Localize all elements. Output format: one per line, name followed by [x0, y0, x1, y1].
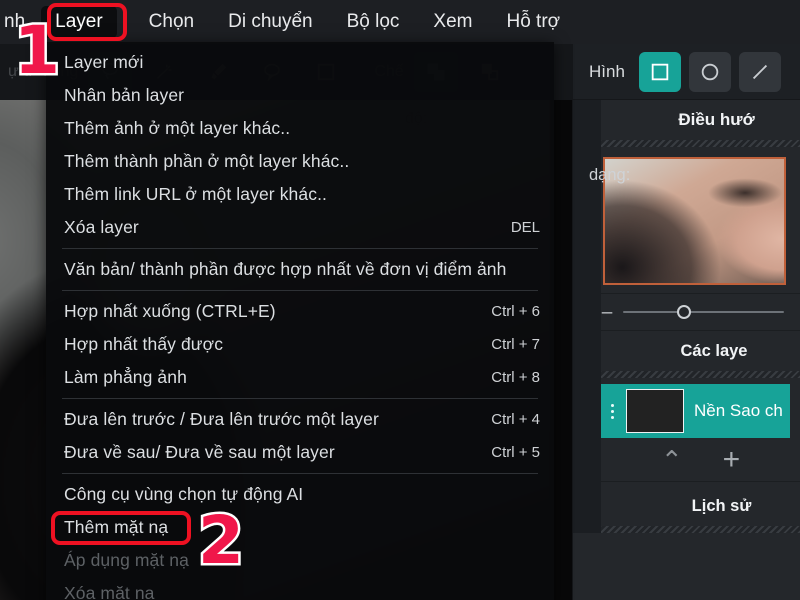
- plus-icon[interactable]: +: [723, 444, 741, 475]
- layer-name-label: Nền Sao ch: [694, 401, 782, 420]
- menubar-item-di-chuy-n[interactable]: Di chuyển: [226, 7, 315, 37]
- history-grip[interactable]: [601, 526, 800, 533]
- layer-actions-bar[interactable]: ⌃ +: [601, 438, 800, 482]
- shape-circle-button[interactable]: [688, 51, 731, 92]
- menu-item-label: Thêm link URL ở một layer khác..: [64, 184, 327, 204]
- app-window: ự đ Công Chế: [0, 0, 800, 600]
- menu-item-xoa-layer[interactable]: Xóa layer DEL: [46, 211, 554, 244]
- circle-shape-icon: [701, 63, 719, 80]
- menu-item-them-anh-o-mot-layer-khac[interactable]: Thêm ảnh ở một layer khác..: [46, 112, 554, 145]
- zoom-out-button[interactable]: –: [601, 303, 613, 322]
- menu-item-lam-phang-anh[interactable]: Làm phẳng ảnh Ctrl + 8: [46, 361, 554, 394]
- menu-item-label: Thêm mặt nạ: [64, 517, 169, 537]
- menu-item-them-mat-na[interactable]: Thêm mặt nạ: [46, 511, 554, 544]
- shape-square-button[interactable]: [638, 51, 681, 92]
- menu-item-label: Thêm ảnh ở một layer khác..: [64, 118, 291, 138]
- menubar-item-xem[interactable]: Xem: [431, 7, 474, 37]
- menu-separator: [62, 473, 538, 474]
- menu-item-layer-moi[interactable]: Layer mới: [46, 46, 554, 79]
- menu-item-hop-nhat-xuong-ctrl-e[interactable]: Hợp nhất xuống (CTRL+E) Ctrl + 6: [46, 295, 554, 328]
- menu-item-hop-nhat-thay-duoc[interactable]: Hợp nhất thấy được Ctrl + 7: [46, 328, 554, 361]
- shape-toolbar[interactable]: Hình: [573, 44, 800, 100]
- menu-item-nhan-ban-layer[interactable]: Nhân bản layer: [46, 79, 554, 112]
- menu-item-shortcut: Ctrl + 8: [491, 369, 540, 386]
- menubar-item-h-tr[interactable]: Hỗ trợ: [504, 7, 562, 37]
- menu-item-dua-len-truoc-dua-len-truoc-mot-[interactable]: Đưa lên trước / Đưa lên trước một layer C…: [46, 403, 554, 436]
- menu-item-label: Văn bản/ thành phần được hợp nhất về đơn…: [64, 259, 507, 279]
- menubar-item-nh[interactable]: nh: [2, 7, 27, 37]
- menu-separator: [62, 248, 538, 249]
- menu-item-label: Nhân bản layer: [64, 85, 185, 105]
- menu-item-shortcut: DEL: [510, 219, 540, 236]
- zoom-slider-row[interactable]: –: [573, 293, 800, 331]
- menu-item-them-thanh-phan-o-mot-layer-khac[interactable]: Thêm thành phần ở một layer khác..: [46, 145, 554, 178]
- navigator-grip[interactable]: [601, 140, 800, 147]
- menu-item-cong-cu-vung-chon-tu-dong-ai[interactable]: Công cụ vùng chọn tự động AI: [46, 478, 554, 511]
- menu-separator: [62, 398, 538, 399]
- line-shape-icon: [752, 64, 767, 79]
- menu-item-label: Công cụ vùng chọn tự động AI: [64, 484, 304, 504]
- layer-list-item[interactable]: Nền Sao ch: [601, 384, 790, 438]
- menu-item-label: Hợp nhất xuống (CTRL+E): [64, 301, 276, 321]
- menu-item-them-link-url-o-mot-layer-khac[interactable]: Thêm link URL ở một layer khác..: [46, 178, 554, 211]
- menu-item-label: Layer mới: [64, 52, 144, 72]
- menu-item-dua-ve-sau-dua-ve-sau-mot-layer[interactable]: Đưa về sau/ Đưa về sau một layer Ctrl + 5: [46, 436, 554, 469]
- navigator-thumbnail[interactable]: [603, 157, 786, 285]
- menu-separator: [62, 290, 538, 291]
- toolstrip-left-label: ự đ: [8, 63, 33, 80]
- menubar[interactable]: nh Layer Chọn Di chuyển Bộ lọc Xem Hỗ trợ: [0, 0, 800, 44]
- menu-item-label: Thêm thành phần ở một layer khác..: [64, 151, 350, 171]
- menu-item-label: Xóa mặt nạ: [64, 583, 155, 600]
- menu-item-ap-dung-mat-na: Áp dụng mặt nạ: [46, 544, 554, 577]
- menubar-item-layer[interactable]: Layer: [41, 6, 117, 38]
- right-panel-body: dạng: Điều hướ – Các laye Nền Sao ch ⌃ +…: [573, 100, 800, 533]
- menu-item-shortcut: Ctrl + 5: [491, 444, 540, 461]
- layers-grip[interactable]: [601, 371, 800, 378]
- menu-item-shortcut: Ctrl + 4: [491, 411, 540, 428]
- drag-handle-icon[interactable]: [609, 403, 616, 419]
- menu-item-xoa-mat-na: Xóa mặt nạ: [46, 577, 554, 600]
- menubar-item-ch-n[interactable]: Chọn: [147, 7, 196, 37]
- menu-item-van-ban-thanh-phan-duoc-hop-nhat[interactable]: Văn bản/ thành phần được hợp nhất về đơn…: [46, 253, 554, 286]
- menu-item-shortcut: Ctrl + 7: [491, 336, 540, 353]
- square-shape-icon: [651, 63, 669, 80]
- menu-item-label: Đưa lên trước / Đưa lên trước một layer: [64, 409, 379, 429]
- menubar-item-b-l-c[interactable]: Bộ lọc: [345, 7, 402, 37]
- zoom-slider-knob[interactable]: [677, 305, 692, 319]
- zoom-slider-track[interactable]: [623, 305, 784, 319]
- layer-thumbnail: [626, 389, 684, 433]
- shape-line-button[interactable]: [738, 51, 781, 92]
- shape-toolbar-label: Hình: [589, 61, 625, 81]
- chevron-up-icon[interactable]: ⌃: [661, 447, 683, 473]
- menu-item-label: Áp dụng mặt nạ: [64, 550, 189, 570]
- layers-panel-title: Các laye: [573, 331, 800, 371]
- dang-label: dạng:: [589, 166, 631, 184]
- history-panel-title: Lịch sử: [573, 486, 800, 526]
- menu-item-shortcut: Ctrl + 6: [491, 303, 540, 320]
- menu-item-label: Xóa layer: [64, 217, 139, 237]
- panel-gutter: [573, 100, 601, 533]
- menu-item-label: Đưa về sau/ Đưa về sau một layer: [64, 442, 335, 462]
- menu-item-label: Làm phẳng ảnh: [64, 367, 187, 387]
- right-panel: Hình dạng: Điều hướ – Các laye Nền Sao c…: [572, 44, 800, 600]
- layer-dropdown-menu[interactable]: Layer mới Nhân bản layer Thêm ảnh ở một la…: [46, 42, 554, 600]
- menu-item-label: Hợp nhất thấy được: [64, 334, 224, 354]
- navigator-photo: [605, 159, 784, 283]
- navigator-panel-title: Điều hướ: [573, 100, 800, 140]
